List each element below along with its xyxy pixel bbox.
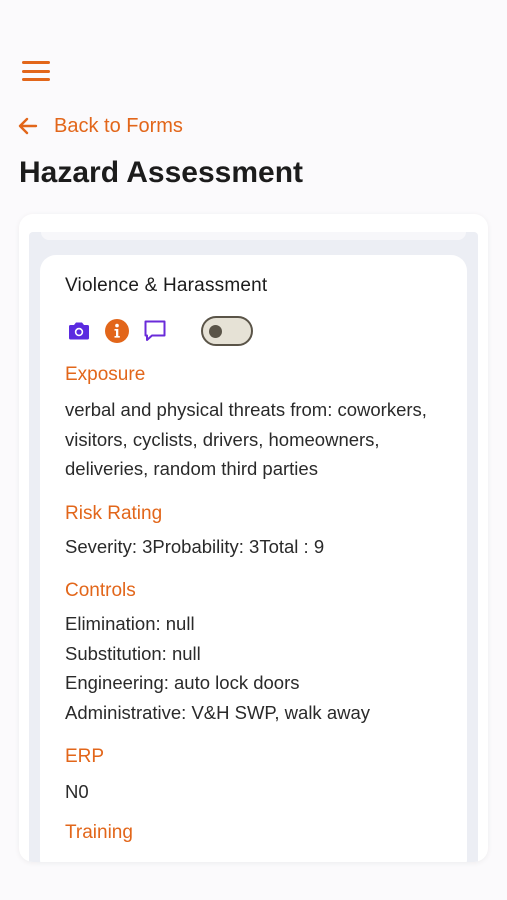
arrow-left-icon bbox=[18, 117, 38, 135]
hazard-title: Violence & Harassment bbox=[65, 275, 268, 296]
hazard-card: Violence & Harassment Exposure verbal an… bbox=[40, 255, 467, 862]
page-title: Hazard Assessment bbox=[19, 156, 304, 189]
risk-rating-text: Severity: 3Probability: 3Total : 9 bbox=[65, 535, 325, 557]
control-line: Elimination: null bbox=[65, 613, 195, 634]
hamburger-menu-icon[interactable] bbox=[22, 60, 50, 82]
back-label: Back to Forms bbox=[54, 114, 183, 137]
controls-label: Controls bbox=[65, 580, 136, 601]
control-line: Administrative: V&H SWP, walk away bbox=[65, 701, 371, 723]
camera-icon[interactable] bbox=[65, 317, 93, 345]
comment-icon[interactable] bbox=[141, 317, 169, 345]
erp-text: N0 bbox=[65, 781, 89, 802]
toggle-knob bbox=[209, 325, 222, 338]
previous-card-edge bbox=[41, 232, 466, 240]
menu-bar bbox=[22, 78, 50, 81]
form-card: Violence & Harassment Exposure verbal an… bbox=[19, 214, 488, 862]
control-line: Substitution: null bbox=[65, 642, 201, 664]
hazard-actions bbox=[65, 315, 443, 347]
back-to-forms-link[interactable]: Back to Forms bbox=[18, 112, 183, 140]
menu-bar bbox=[22, 61, 50, 64]
exposure-label: Exposure bbox=[65, 364, 146, 385]
training-label: Training bbox=[65, 821, 133, 843]
control-line: Engineering: auto lock doors bbox=[65, 672, 300, 693]
info-icon[interactable] bbox=[103, 317, 131, 345]
exposure-text: verbal and physical threats from: cowork… bbox=[65, 399, 427, 479]
hazard-toggle[interactable] bbox=[201, 316, 253, 346]
erp-label: ERP bbox=[65, 746, 105, 767]
risk-rating-label: Risk Rating bbox=[65, 502, 163, 524]
menu-bar bbox=[22, 69, 50, 73]
controls-list: Elimination: null Substitution: null Eng… bbox=[65, 609, 443, 727]
